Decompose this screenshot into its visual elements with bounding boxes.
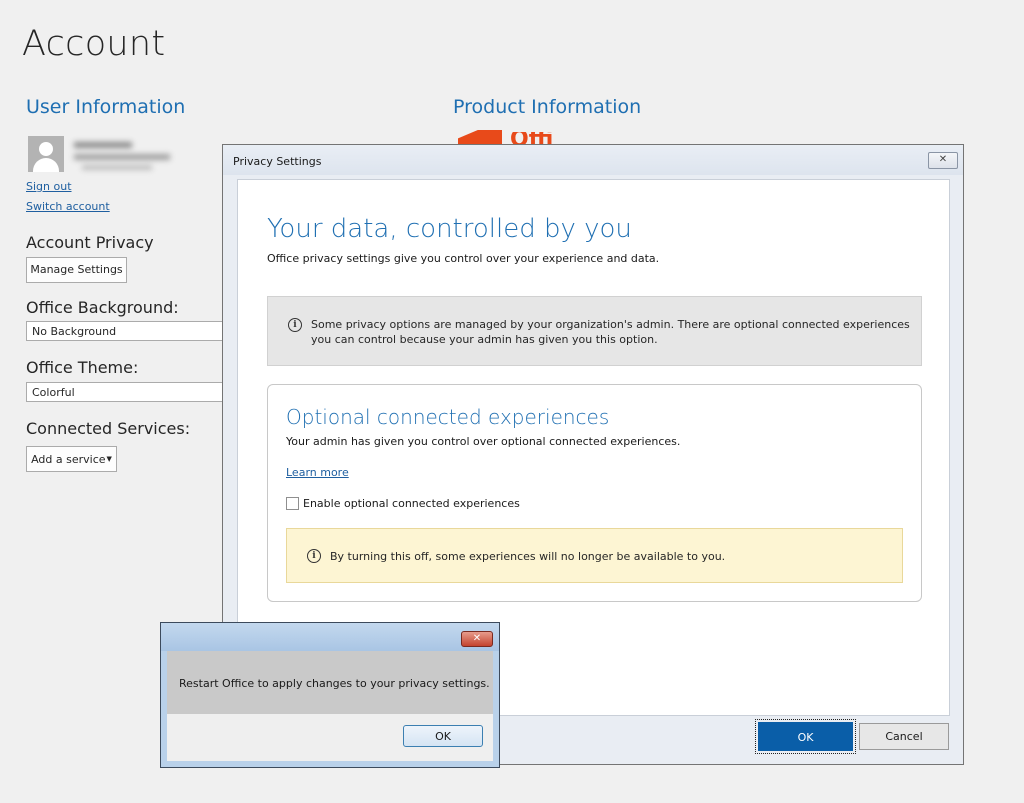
office-theme-select[interactable]: Colorful: [26, 382, 226, 402]
privacy-heading: Your data, controlled by you: [267, 214, 632, 244]
info-icon: i: [307, 549, 321, 563]
optional-experiences-card: Optional connected experiences Your admi…: [267, 384, 922, 602]
account-privacy-heading: Account Privacy: [26, 233, 154, 252]
privacy-subheading: Office privacy settings give you control…: [267, 252, 660, 265]
dialog-titlebar: Privacy Settings ✕: [223, 145, 963, 175]
close-icon[interactable]: ✕: [461, 631, 493, 647]
dialog-title: Privacy Settings: [233, 155, 322, 168]
office-background-heading: Office Background:: [26, 298, 179, 317]
message-box-footer: OK: [167, 714, 493, 761]
learn-more-link[interactable]: Learn more: [286, 466, 349, 479]
office-background-select[interactable]: No Background: [26, 321, 226, 341]
admin-notice-banner: i Some privacy options are managed by yo…: [267, 296, 922, 366]
sign-out-link[interactable]: Sign out: [26, 180, 72, 193]
redacted-user-details: [72, 138, 176, 178]
message-box-titlebar: ✕: [161, 623, 499, 651]
warning-banner: i By turning this off, some experiences …: [286, 528, 903, 583]
switch-account-link[interactable]: Switch account: [26, 200, 110, 213]
info-icon: i: [288, 318, 302, 332]
office-logo: Offi: [510, 132, 590, 144]
optional-experiences-heading: Optional connected experiences: [286, 405, 610, 429]
enable-optional-experiences-label[interactable]: Enable optional connected experiences: [303, 497, 520, 510]
restart-message: Restart Office to apply changes to your …: [179, 677, 490, 690]
restart-message-box: ✕ Restart Office to apply changes to you…: [160, 622, 500, 768]
enable-optional-experiences-checkbox[interactable]: [286, 497, 299, 510]
close-icon[interactable]: ✕: [928, 152, 958, 169]
user-information-heading: User Information: [26, 96, 186, 118]
person-avatar-icon: [28, 136, 64, 172]
page-title: Account: [22, 24, 166, 64]
office-logo-icon: [458, 130, 502, 144]
add-service-label: Add a service: [31, 453, 106, 466]
restart-ok-button[interactable]: OK: [403, 725, 483, 747]
optional-experiences-description: Your admin has given you control over op…: [286, 435, 681, 448]
manage-settings-button[interactable]: Manage Settings: [26, 257, 127, 283]
caret-down-icon: ▼: [106, 455, 112, 463]
office-theme-heading: Office Theme:: [26, 358, 139, 377]
message-box-body: Restart Office to apply changes to your …: [167, 651, 493, 714]
product-information-heading: Product Information: [453, 96, 642, 118]
cancel-button[interactable]: Cancel: [859, 723, 949, 750]
admin-notice-text: Some privacy options are managed by your…: [311, 318, 910, 346]
connected-services-heading: Connected Services:: [26, 419, 191, 438]
add-service-button[interactable]: Add a service▼: [26, 446, 117, 472]
ok-button[interactable]: OK: [755, 719, 856, 754]
office-logo-text: Offi: [510, 132, 590, 144]
warning-text: By turning this off, some experiences wi…: [330, 550, 726, 563]
